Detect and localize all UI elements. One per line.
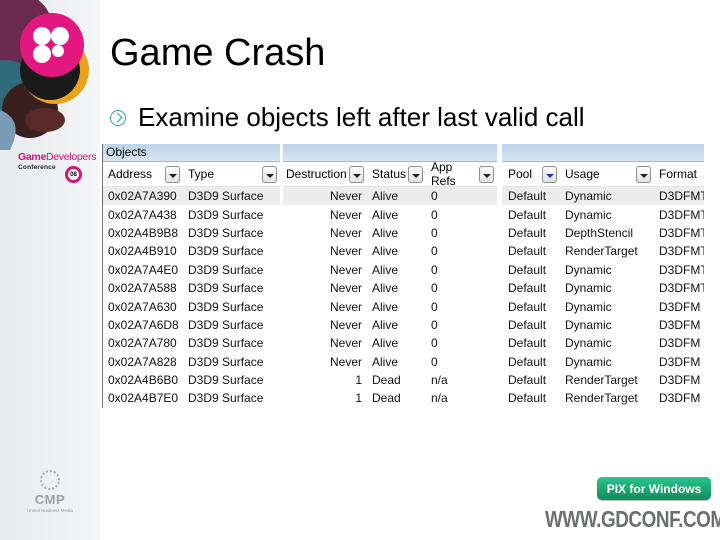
cmp-logo: CMP United Business Media <box>20 470 80 513</box>
filter-dropdown-icon[interactable] <box>479 165 494 183</box>
gdc-swirl-art <box>0 0 89 150</box>
filter-dropdown-icon[interactable] <box>165 165 180 183</box>
table-row[interactable]: 0x02A4B6B0 D3D9 Surface <box>103 371 280 389</box>
column-header-row: Address Type <box>103 162 280 187</box>
column-header-row: Destruction Status App Refs <box>283 160 497 188</box>
table-row[interactable]: 0x02A7A4E0 D3D9 Surface <box>103 261 280 279</box>
table-row[interactable]: Default Dynamic D3DFMT <box>502 261 704 279</box>
sort-dropdown-icon[interactable] <box>542 165 557 183</box>
bullet-text: Examine objects left after last valid ca… <box>138 102 585 132</box>
table-row[interactable]: Never Alive 0 <box>283 205 497 223</box>
column-header-type[interactable]: Type <box>183 162 280 186</box>
rows-left: 0x02A7A390 D3D9 Surface 0x02A7A438 D3D9 Su… <box>103 187 280 408</box>
table-row[interactable]: Never Alive 0 <box>283 242 497 260</box>
table-row[interactable]: 0x02A7A828 D3D9 Surface <box>103 353 280 371</box>
table-row[interactable]: Never Alive 0 <box>283 297 497 315</box>
table-row[interactable]: Never Alive 0 <box>283 187 497 206</box>
filter-dropdown-icon[interactable] <box>262 165 277 183</box>
table-row[interactable]: Default Dynamic D3DFM <box>502 353 704 371</box>
table-row[interactable]: Default Dynamic D3DFM <box>502 297 704 315</box>
table-row[interactable]: 0x02A7A588 D3D9 Surface <box>103 279 280 297</box>
filter-dropdown-icon[interactable] <box>636 165 651 183</box>
panel-header-bar <box>502 144 704 162</box>
gdc-logo-name: GameDevelopers <box>18 151 97 163</box>
gdc-logo-conference: Conference <box>18 164 56 171</box>
table-row[interactable]: Default Dynamic D3DFMT <box>502 279 704 297</box>
column-header-address[interactable]: Address <box>103 162 183 186</box>
table-row[interactable]: 0x02A4B910 D3D9 Surface <box>103 242 280 260</box>
table-row[interactable]: Default RenderTarget D3DFMT <box>502 242 704 260</box>
column-header-pool[interactable]: Pool <box>502 162 560 186</box>
globe-icon <box>40 470 60 490</box>
pix-for-windows-badge: PIX for Windows <box>597 477 711 500</box>
table-row[interactable]: Default Dynamic D3DFMT <box>502 205 704 223</box>
table-row[interactable]: Default Dynamic D3DFM <box>502 334 704 352</box>
column-header-row: Pool Usage Format <box>502 162 704 187</box>
table-row[interactable]: Default DepthStencil D3DFMT <box>502 224 704 242</box>
table-row[interactable]: Default RenderTarget D3DFM <box>502 371 704 389</box>
rows-right: Default Dynamic D3DFMT Default Dynamic D3DFM… <box>502 187 704 408</box>
gdc-url: WWW.GDCONF.COM <box>545 506 720 532</box>
table-row[interactable]: Never Alive 0 <box>283 224 497 242</box>
table-row[interactable]: 1 Dead n/a <box>283 389 497 407</box>
table-row[interactable]: Default RenderTarget D3DFM <box>502 389 704 407</box>
column-header-status[interactable]: Status <box>367 162 426 186</box>
table-row[interactable]: 0x02A7A630 D3D9 Surface <box>103 297 280 315</box>
column-header-usage[interactable]: Usage <box>560 162 654 186</box>
bullet-icon <box>110 109 126 126</box>
objects-panel-left: Objects Address Type 0x02A7A390 D3D9 Surf… <box>102 144 280 408</box>
gdc-logo: GameDevelopers Conference 08 <box>18 151 102 191</box>
table-row[interactable]: Default Dynamic D3DFM <box>502 316 704 334</box>
table-row[interactable]: 0x02A7A780 D3D9 Surface <box>103 334 280 352</box>
slide-sidebar: GameDevelopers Conference 08 CMP United … <box>0 0 100 540</box>
column-header-format[interactable]: Format <box>654 162 704 186</box>
filter-dropdown-icon[interactable] <box>408 165 423 183</box>
objects-panel-middle: Destruction Status App Refs Never Alive 0 … <box>283 144 497 408</box>
objects-panel-title: Objects <box>103 144 280 162</box>
table-row[interactable]: Never Alive 0 <box>283 353 497 371</box>
table-row[interactable]: 0x02A7A6D8 D3D9 Surface <box>103 316 280 334</box>
slide-title: Game Crash <box>110 32 326 74</box>
objects-panel-right: Pool Usage Format Default Dynamic D3DFMT D… <box>502 144 704 408</box>
table-row[interactable]: Never Alive 0 <box>283 316 497 334</box>
table-row[interactable]: 1 Dead n/a <box>283 371 497 389</box>
table-row[interactable]: 0x02A4B7E0 D3D9 Surface <box>103 389 280 407</box>
column-header-app-refs[interactable]: App Refs <box>426 160 497 188</box>
table-row[interactable]: 0x02A4B9B8 D3D9 Surface <box>103 224 280 242</box>
rows-middle: Never Alive 0 Never Alive 0 Never Alive 0 Neve… <box>283 187 497 408</box>
table-row[interactable]: Never Alive 0 <box>283 261 497 279</box>
column-header-destruction[interactable]: Destruction <box>283 162 367 186</box>
bullet-item: Examine objects left after last valid ca… <box>110 102 585 133</box>
table-row[interactable]: Default Dynamic D3DFMT <box>502 187 704 206</box>
table-row[interactable]: Never Alive 0 <box>283 334 497 352</box>
table-row[interactable]: 0x02A7A390 D3D9 Surface <box>103 187 280 206</box>
gdc-year-badge: 08 <box>65 166 82 183</box>
filter-dropdown-icon[interactable] <box>349 165 364 183</box>
table-row[interactable]: Never Alive 0 <box>283 279 497 297</box>
table-row[interactable]: 0x02A7A438 D3D9 Surface <box>103 205 280 223</box>
